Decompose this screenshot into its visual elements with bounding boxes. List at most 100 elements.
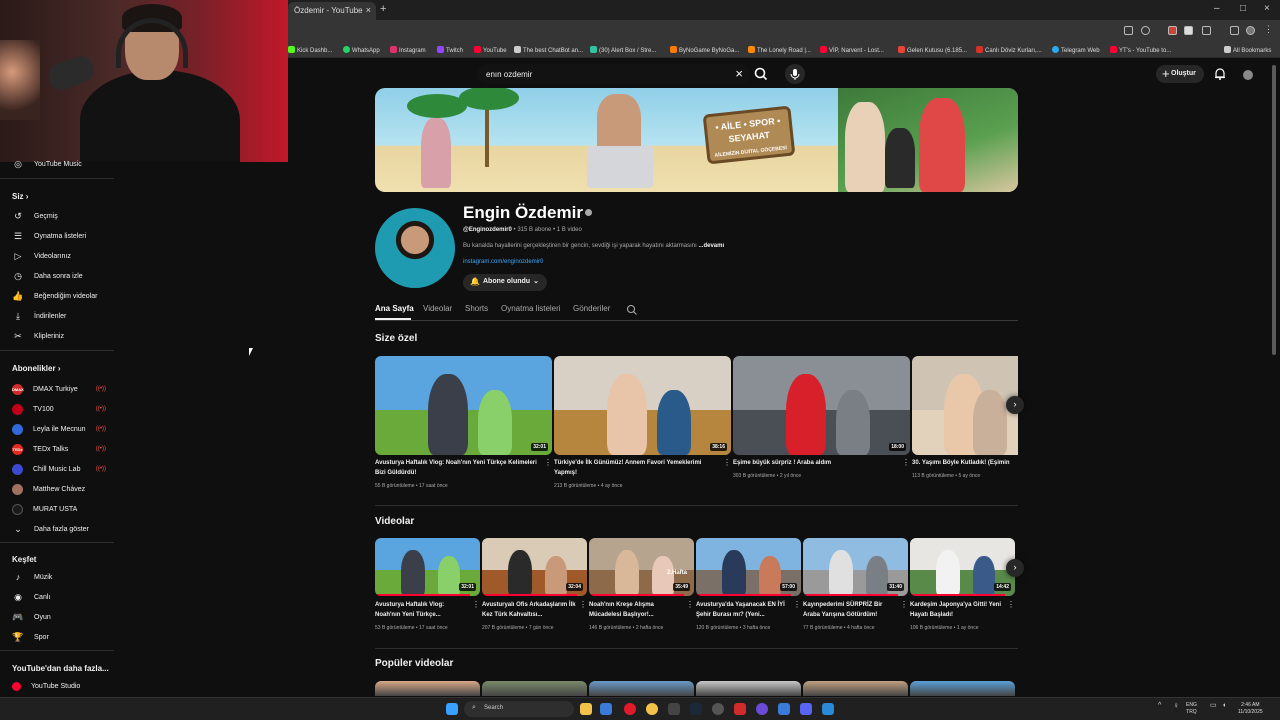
tab-videos[interactable]: Videolar xyxy=(423,304,452,313)
sidebar-sub-chill-music-lab[interactable]: Chill Music Lab ((•)) xyxy=(12,461,120,477)
bookmark-item[interactable]: Canlı Döviz Kurları,... xyxy=(976,46,1042,54)
search-icon[interactable] xyxy=(752,65,770,83)
app-icon[interactable] xyxy=(668,703,680,715)
close-window-icon[interactable]: × xyxy=(1264,3,1270,14)
video-thumbnail[interactable]: 32:01 xyxy=(375,356,552,455)
sidebar-item-gaming[interactable]: 🎮 Oyun xyxy=(12,609,120,625)
video-thumbnail[interactable]: 31:40 xyxy=(803,538,908,596)
bookmark-item[interactable]: Instagram xyxy=(390,46,426,54)
more-options-icon[interactable]: ⋮ xyxy=(472,600,480,609)
video-title[interactable]: Avusturya'da Yaşanacak EN İYİ Şehir Bura… xyxy=(696,600,791,620)
tab-playlists[interactable]: Oynatma listeleri xyxy=(501,304,561,313)
video-card[interactable]: 30. Yaşımı Böyle Kutladık! (Eşimin 113 B … xyxy=(912,356,1018,496)
video-title[interactable]: Avusturya Haftalık Vlog: Noah'nın Yeni T… xyxy=(375,600,470,620)
sidebar-item-music[interactable]: ♪ Müzik xyxy=(12,569,120,585)
chrome-icon[interactable] xyxy=(646,703,658,715)
video-thumbnail[interactable] xyxy=(696,681,801,696)
network-icon[interactable]: ▭ xyxy=(1210,702,1217,709)
file-explorer-icon[interactable] xyxy=(580,703,592,715)
sidebar-item-downloads[interactable]: ⤓ İndirilenler xyxy=(12,308,120,324)
video-thumbnail[interactable] xyxy=(912,356,1018,455)
sidebar-item-watch-later[interactable]: ◷ Daha sonra izle xyxy=(12,268,120,284)
extension-icon[interactable] xyxy=(1184,26,1193,35)
sidebar-item-live[interactable]: ◉ Canlı xyxy=(12,589,120,605)
discord-icon[interactable] xyxy=(800,703,812,715)
show-more-button[interactable]: ⌄ Daha fazla göster xyxy=(12,521,120,537)
taskbar-search[interactable]: ⌕ Search xyxy=(464,701,574,717)
video-card[interactable]: 18:00 Eşime büyük sürpriz ! Araba aldım ⋮ 3… xyxy=(733,356,910,496)
app-icon[interactable] xyxy=(822,703,834,715)
maximize-icon[interactable]: □ xyxy=(1240,3,1246,14)
sidebar-sub-dmax[interactable]: DMAX DMAX Turkiye ((•)) xyxy=(12,381,120,397)
sidebar-sub-murat-usta[interactable]: MURAT USTA xyxy=(12,501,120,517)
video-thumbnail[interactable]: 18:00 xyxy=(733,356,910,455)
more-options-icon[interactable]: ⋮ xyxy=(793,600,801,609)
page-scrollbar[interactable] xyxy=(1272,65,1276,355)
video-thumbnail[interactable]: 32:04 xyxy=(482,538,587,596)
download-icon[interactable] xyxy=(1230,26,1239,35)
video-thumbnail[interactable] xyxy=(803,681,908,696)
steam-icon[interactable] xyxy=(690,703,702,715)
notifications-bell-icon[interactable] xyxy=(1213,67,1227,81)
microphone-tray-icon[interactable]: ♀ xyxy=(1173,702,1179,710)
bookmark-item[interactable]: Telegram Web xyxy=(1052,46,1100,54)
video-title[interactable]: Kardeşim Japonya'ya Gitti! Yeni Hayatı B… xyxy=(910,600,1005,620)
cast-icon[interactable] xyxy=(1124,26,1133,35)
sidebar-item-liked-videos[interactable]: 👍 Beğendiğim videolar xyxy=(12,288,120,304)
video-thumbnail[interactable] xyxy=(589,681,694,696)
all-bookmarks[interactable]: All Bookmarks xyxy=(1224,46,1271,54)
bookmark-item[interactable]: Gelen Kutusu (6.185... xyxy=(898,46,967,54)
bookmark-item[interactable]: VİP, Narvent - Lost... xyxy=(820,46,884,54)
subscribed-button[interactable]: 🔔 Abone olundu ⌄ xyxy=(463,274,547,291)
video-title[interactable]: Avusturya Haftalık Vlog: Noah'nın Yeni T… xyxy=(375,458,540,478)
bookmark-item[interactable]: (30) Alert Box / Stre... xyxy=(590,46,656,54)
more-link[interactable]: ...devamı xyxy=(698,243,724,249)
create-button[interactable]: + Oluştur xyxy=(1156,65,1204,83)
microphone-icon[interactable] xyxy=(785,64,805,84)
video-thumbnail[interactable]: 32:01 xyxy=(375,538,480,596)
video-thumbnail[interactable] xyxy=(910,681,1015,696)
browser-tab[interactable]: Özdemir - YouTube × xyxy=(288,2,376,20)
video-thumbnail[interactable]: 2.Hafta 35:49 xyxy=(589,538,694,596)
bookmark-item[interactable]: Kick Dashb... xyxy=(288,46,332,54)
app-icon[interactable] xyxy=(778,703,790,715)
more-options-icon[interactable]: ⋮ xyxy=(1007,600,1015,609)
video-thumbnail[interactable] xyxy=(375,681,480,696)
opera-icon[interactable] xyxy=(624,703,636,715)
shelf-next-chevron-icon[interactable]: › xyxy=(1006,396,1024,414)
minimize-icon[interactable]: – xyxy=(1214,3,1220,14)
star-icon[interactable] xyxy=(1141,26,1150,35)
sidebar-item-youtube-studio[interactable]: YouTube Studio xyxy=(12,678,120,694)
video-title[interactable]: Noah'nın Kreşe Alışma Mücadelesi Başlıyo… xyxy=(589,600,684,620)
channel-avatar[interactable] xyxy=(375,208,455,288)
bookmark-item[interactable]: The best ChatBot an... xyxy=(514,46,583,54)
more-options-icon[interactable]: ⋮ xyxy=(900,600,908,609)
clear-search-icon[interactable]: × xyxy=(735,66,743,81)
sidebar-sub-matthew-chavez[interactable]: Matthew Chávez xyxy=(12,481,120,497)
clock[interactable]: 2:46 AM 11/10/2025 xyxy=(1238,702,1263,716)
sidebar-sub-tv100[interactable]: TV100 ((•)) xyxy=(12,401,120,417)
sidebar-item-history[interactable]: ↺ Geçmiş xyxy=(12,208,120,224)
sidebar-item-your-videos[interactable]: ▷ Videolarınız xyxy=(12,248,120,264)
user-avatar[interactable] xyxy=(1243,70,1253,80)
more-options-icon[interactable]: ⋮ xyxy=(723,458,731,467)
bookmark-item[interactable]: YouTube xyxy=(474,46,507,54)
bookmark-item[interactable]: The Lonely Road |... xyxy=(748,46,811,54)
video-title[interactable]: Türkiye'de İlk Günümüz! Annem Favori Yem… xyxy=(554,458,719,478)
more-options-icon[interactable]: ⋮ xyxy=(544,458,552,467)
video-card[interactable]: 32:01 Avusturya Haftalık Vlog: Noah'nın Y… xyxy=(375,356,552,496)
channel-description[interactable]: Bu kanalda hayallerini gerçekleştiren bi… xyxy=(463,243,724,249)
video-thumbnail[interactable]: 14:42 xyxy=(910,538,1015,596)
section-title-popular[interactable]: Popüler videolar xyxy=(375,658,453,669)
tab-shorts[interactable]: Shorts xyxy=(465,304,488,313)
close-tab-icon[interactable]: × xyxy=(366,5,371,15)
more-options-icon[interactable]: ⋮ xyxy=(579,600,587,609)
menu-dots-icon[interactable]: ⋮ xyxy=(1264,24,1273,34)
sidebar-item-playlists[interactable]: ☰ Oynatma listeleri xyxy=(12,228,120,244)
app-icon[interactable] xyxy=(756,703,768,715)
sidebar-heading-subscriptions[interactable]: Abonelikler › xyxy=(12,364,60,373)
new-tab-button[interactable]: + xyxy=(380,3,386,15)
video-card[interactable]: 14:42 Kardeşim Japonya'ya Gitti! Yeni Hay… xyxy=(910,538,1015,638)
sidebar-sub-leyla-ile-mecnun[interactable]: Leyla ile Mecnun ((•)) xyxy=(12,421,120,437)
profile-icon[interactable] xyxy=(1246,26,1255,35)
